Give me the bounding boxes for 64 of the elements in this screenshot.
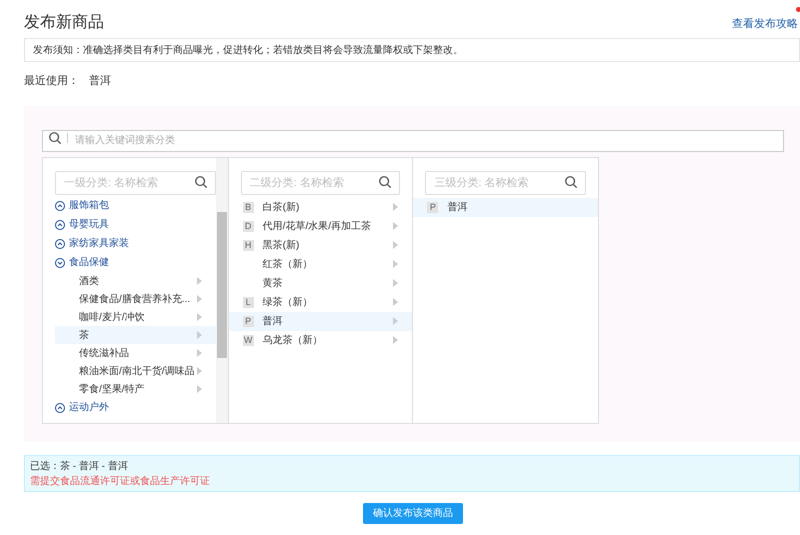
- category-item[interactable]: B 白茶(新): [228, 198, 412, 217]
- caret-icon: [196, 367, 202, 375]
- category-group[interactable]: 食品保健: [55, 253, 216, 272]
- caret-icon: [393, 336, 398, 344]
- category-group[interactable]: 服饰箱包: [55, 196, 216, 215]
- category-item[interactable]: 红茶（新）: [228, 255, 412, 274]
- category-item[interactable]: 咖啡/麦片/冲饮: [55, 308, 216, 326]
- category-group[interactable]: 母婴玩具: [55, 215, 216, 234]
- caret-icon: [196, 277, 202, 285]
- category-group[interactable]: 运动户外: [55, 398, 216, 417]
- expand-icon: [55, 402, 65, 412]
- letter-tag: D: [242, 221, 254, 232]
- caret-icon: [196, 349, 202, 357]
- category-item[interactable]: L 绿茶（新）: [228, 293, 412, 312]
- caret-icon: [393, 279, 398, 287]
- caret-icon: [393, 260, 398, 268]
- caret-icon: [196, 313, 202, 321]
- keyword-search-field[interactable]: 请输入关键词搜索分类: [42, 130, 784, 152]
- category-item[interactable]: 传统滋补品: [55, 344, 216, 362]
- selected-path: 已选：茶 - 普洱 - 普洱: [30, 460, 129, 474]
- guide-link[interactable]: 查看发布攻略: [732, 18, 798, 30]
- letter-tag: L: [242, 297, 254, 308]
- letter-tag: W: [242, 335, 254, 346]
- category-item[interactable]: 零食/坚果/特产: [55, 380, 216, 398]
- caret-icon: [393, 203, 398, 211]
- category-item[interactable]: 黄茶: [228, 274, 412, 293]
- caret-icon: [196, 385, 202, 393]
- collapse-icon: [55, 258, 65, 268]
- page-title: 发布新商品: [24, 12, 104, 32]
- category-search-field[interactable]: 三级分类: 名称检索: [425, 171, 586, 195]
- expand-icon: [55, 200, 65, 210]
- category-item[interactable]: 茶: [55, 326, 216, 344]
- search-icon: [48, 131, 62, 145]
- expand-icon: [55, 220, 65, 230]
- category-item[interactable]: P 普洱: [228, 312, 412, 331]
- letter-tag: P: [427, 202, 438, 213]
- search-icon: [378, 175, 392, 189]
- recent-label: 最近使用：: [24, 74, 79, 89]
- caret-icon: [393, 317, 398, 325]
- search-icon: [194, 175, 208, 189]
- caret-icon: [196, 331, 202, 339]
- scrollbar[interactable]: [216, 158, 228, 423]
- caret-icon: [393, 298, 398, 306]
- category-item[interactable]: 保健食品/膳食营养补充...: [55, 290, 216, 308]
- caret-icon: [393, 241, 398, 249]
- letter-tag: H: [242, 240, 254, 251]
- category-item[interactable]: W 乌龙茶（新）: [228, 331, 412, 350]
- category-group[interactable]: 家纺家具家装: [55, 234, 216, 253]
- category-item[interactable]: H 黑茶(新): [228, 236, 412, 255]
- category-item[interactable]: P 普洱: [413, 198, 598, 217]
- category-item[interactable]: 酒类: [55, 272, 216, 290]
- recent-category-link[interactable]: 普洱: [89, 72, 111, 90]
- category-item[interactable]: D 代用/花草/水果/再加工茶: [228, 217, 412, 236]
- category-item[interactable]: 粮油米面/南北干货/调味品: [55, 362, 216, 380]
- search-icon: [564, 175, 578, 189]
- expand-icon: [55, 238, 65, 248]
- notice-bar: 发布须知：准确选择类目有利于商品曝光，促进转化；若错放类目将会导致流量降权或下架整改。: [24, 38, 800, 62]
- category-search-field[interactable]: 二级分类: 名称检索: [240, 171, 400, 195]
- letter-tag: P: [242, 316, 254, 327]
- caret-icon: [196, 295, 202, 303]
- caret-icon: [393, 222, 398, 230]
- license-warning: 需提交食品流通许可证或食品生产许可证: [30, 474, 211, 488]
- letter-tag: B: [242, 202, 254, 213]
- category-search-field[interactable]: 一级分类: 名称检索: [55, 171, 216, 195]
